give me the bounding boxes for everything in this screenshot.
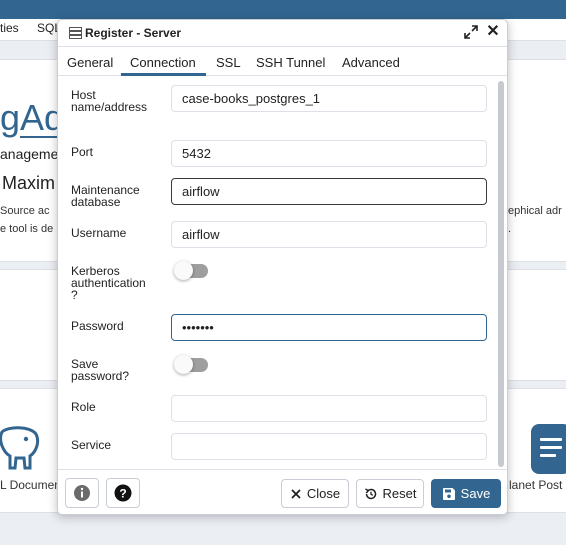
service-input[interactable] [171, 433, 487, 460]
logo-underline [20, 136, 57, 138]
host-label: Host name/address [71, 88, 148, 114]
dialog-footer: ? Close Reset Save [58, 469, 507, 515]
port-label: Port [71, 145, 94, 159]
dialog-header[interactable]: Register - Server ✕ [58, 20, 507, 47]
save-icon [442, 487, 455, 500]
username-input[interactable] [171, 221, 487, 248]
postgres-elephant-icon[interactable] [0, 426, 40, 470]
save-button[interactable]: Save [431, 479, 501, 508]
save-password-toggle[interactable] [174, 355, 208, 374]
host-input[interactable] [171, 85, 487, 112]
register-server-dialog: Register - Server ✕ General Connection S… [57, 19, 508, 515]
planet-postgres-link[interactable]: lanet Post [509, 478, 562, 492]
reset-button[interactable]: Reset [356, 479, 424, 508]
close-button-label: Close [306, 486, 341, 501]
tab-connection[interactable]: Connection [130, 55, 196, 70]
close-icon[interactable]: ✕ [486, 23, 500, 41]
planet-postgres-icon[interactable] [531, 424, 566, 474]
tab-ssh-tunnel[interactable]: SSH Tunnel [256, 55, 325, 70]
username-label: Username [71, 226, 127, 240]
kerberos-toggle[interactable] [174, 261, 208, 280]
welcome-description-right-2: . [508, 223, 512, 235]
menu-item-properties[interactable]: ties [0, 21, 19, 35]
close-button[interactable]: Close [281, 479, 349, 508]
close-x-icon [291, 488, 301, 499]
documentation-link[interactable]: L Documen [0, 478, 61, 492]
password-input[interactable] [171, 314, 487, 341]
kerberos-toggle-knob [174, 261, 193, 280]
password-label: Password [71, 319, 124, 333]
dialog-title: Register - Server [85, 26, 182, 40]
info-icon [74, 485, 90, 501]
maintenance-db-input[interactable] [171, 178, 487, 205]
info-button[interactable] [65, 478, 99, 508]
welcome-description: Source ac [0, 205, 50, 217]
welcome-description-right: ephical adr [508, 205, 562, 217]
welcome-heading: Maxim [2, 173, 55, 193]
tab-advanced[interactable]: Advanced [342, 55, 400, 70]
dialog-tabs: General Connection SSL SSH Tunnel Advanc… [58, 47, 507, 76]
server-icon [69, 27, 82, 39]
help-button[interactable]: ? [106, 478, 140, 508]
reset-icon [364, 487, 376, 499]
svg-text:?: ? [119, 487, 126, 501]
save-password-toggle-knob [174, 355, 193, 374]
port-input[interactable] [171, 140, 487, 167]
pgadmin-logo: gAd [0, 97, 65, 138]
app-top-bar [0, 0, 566, 19]
save-button-label: Save [460, 486, 491, 501]
tab-ssl[interactable]: SSL [216, 55, 241, 70]
role-label: Role [71, 400, 96, 414]
kerberos-label: Kerberos authentication? [71, 264, 146, 302]
expand-icon[interactable] [464, 25, 478, 39]
reset-button-label: Reset [382, 486, 417, 501]
form-scrollbar-thumb[interactable] [498, 81, 504, 467]
maintenance-db-label: Maintenance database [71, 183, 140, 209]
role-input[interactable] [171, 395, 487, 422]
welcome-description-2: e tool is de [0, 223, 54, 235]
connection-form: Host name/address Port Maintenance datab… [58, 77, 496, 469]
save-password-label: Save password? [71, 357, 130, 383]
help-icon: ? [114, 484, 132, 502]
active-tab-indicator [121, 73, 206, 76]
tab-general[interactable]: General [67, 55, 113, 70]
service-label: Service [71, 438, 112, 452]
welcome-subtitle: anageme [0, 146, 59, 162]
